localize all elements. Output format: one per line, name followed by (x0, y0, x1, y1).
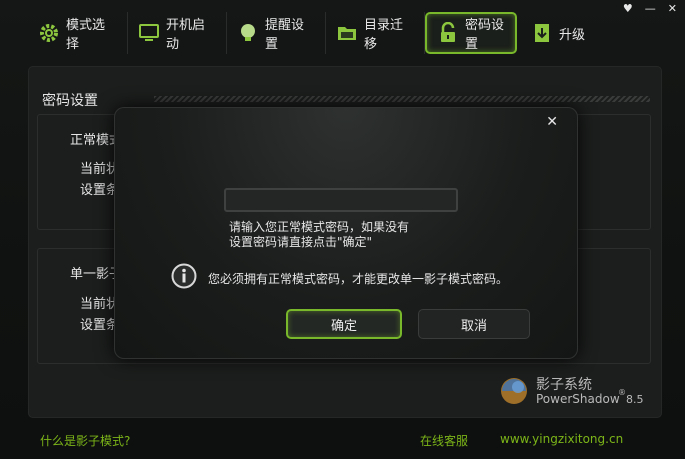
dialog-close-icon[interactable]: ✕ (546, 114, 558, 130)
cancel-button[interactable]: 取消 (418, 309, 530, 339)
password-input[interactable] (224, 188, 458, 212)
info-icon (171, 263, 197, 289)
password-hint: 请输入您正常模式密码，如果没有 设置密码请直接点击"确定" (229, 220, 469, 250)
info-message: 您必须拥有正常模式密码，才能更改单一影子模式密码。 (208, 272, 509, 286)
ok-button[interactable]: 确定 (286, 309, 402, 339)
hint-line-1: 请输入您正常模式密码，如果没有 (229, 220, 410, 234)
password-dialog: ✕ 请输入您正常模式密码，如果没有 设置密码请直接点击"确定" 您必须拥有正常模… (114, 107, 578, 359)
modal-overlay: ✕ 请输入您正常模式密码，如果没有 设置密码请直接点击"确定" 您必须拥有正常模… (0, 0, 685, 459)
hint-line-2: 设置密码请直接点击"确定" (229, 235, 373, 249)
app-window: ♥ — ✕ 模式选择 开机启动 提醒设置 目录迁移 密码设置 升级 密码设置 正… (0, 0, 685, 459)
